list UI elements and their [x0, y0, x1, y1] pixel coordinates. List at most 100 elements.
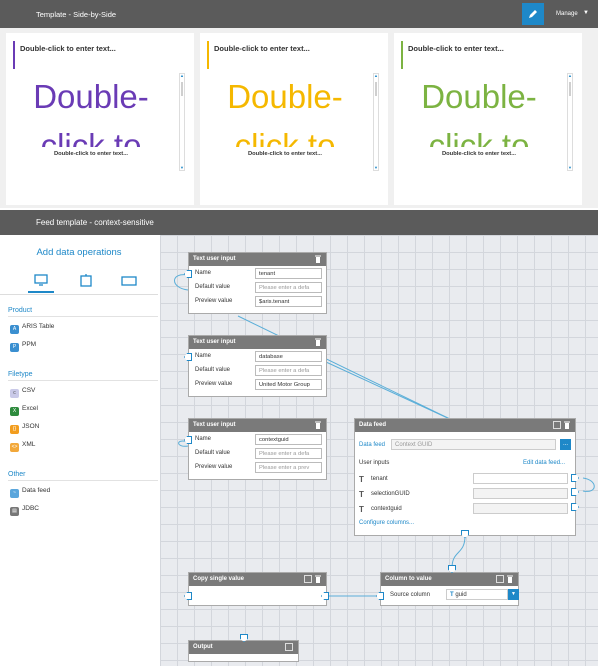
section-divider	[8, 380, 158, 381]
text-tile-3[interactable]: Double-click to enter text... Double- cl…	[394, 33, 582, 205]
default-value-field[interactable]: Please enter a defa	[255, 282, 322, 293]
input-param-selectionguid: selectionGUID	[371, 491, 410, 497]
node-column-to-value[interactable]: Column to value Source column T guid ▼	[380, 572, 519, 606]
template-title: Template - Side-by-Side	[36, 10, 117, 19]
scroll-up-icon[interactable]: ▲	[180, 74, 184, 78]
trash-icon[interactable]	[315, 255, 321, 263]
name-label: Name	[195, 436, 212, 442]
node-text-input-3[interactable]: Text user input Name contextguid Default …	[188, 418, 327, 480]
node-text-input-2[interactable]: Text user input Name database Default val…	[188, 335, 327, 397]
scroll-up-icon[interactable]: ▲	[374, 74, 378, 78]
template-header-bar: Template - Side-by-Side Manage ▼	[0, 0, 598, 28]
ops-title: Add data operations	[36, 247, 122, 258]
tab-landscape[interactable]	[120, 274, 138, 288]
configure-columns-link[interactable]: Configure columns...	[359, 520, 414, 526]
scroll-down-icon[interactable]: ▼	[180, 166, 184, 170]
default-value-field[interactable]: Please enter a defa	[255, 365, 322, 376]
op-json[interactable]: {} JSON	[10, 423, 39, 434]
dropdown-caret-icon[interactable]: ▼	[508, 589, 519, 600]
tile-scrollbar[interactable]: ▲ ▼	[567, 73, 573, 171]
feed-title: Feed template - context-sensitive	[36, 218, 154, 227]
node-header[interactable]: Output	[189, 641, 298, 654]
node-header[interactable]: Data feed	[355, 419, 575, 432]
data-operations-panel: Add data operations Product A ARIS Table …	[0, 235, 160, 666]
node-header[interactable]: Copy single value	[189, 573, 326, 586]
caret-down-icon[interactable]: ▼	[583, 10, 589, 16]
preview-value-field[interactable]: $aris.tenant	[255, 296, 322, 307]
save-icon[interactable]	[285, 643, 293, 651]
scroll-up-icon[interactable]: ▲	[568, 74, 572, 78]
tab-portrait[interactable]	[77, 274, 95, 288]
tile-large-text-cut: click to	[40, 127, 142, 147]
op-label: CSV	[22, 387, 36, 394]
feed-header-bar: Feed template - context-sensitive	[0, 210, 598, 235]
name-field[interactable]: database	[255, 351, 322, 362]
preview-value-field[interactable]: Please enter a prev	[255, 462, 322, 473]
manage-menu[interactable]: Manage	[556, 11, 578, 17]
text-tile-1[interactable]: Double-click to enter text... Double- cl…	[6, 33, 194, 205]
node-header[interactable]: Text user input	[189, 253, 326, 266]
default-label: Default value	[195, 284, 231, 290]
trash-icon[interactable]	[315, 421, 321, 429]
tab-desktop[interactable]	[28, 269, 54, 293]
text-type-icon: T	[450, 592, 454, 598]
node-header[interactable]: Text user input	[189, 419, 326, 432]
input-param-tenant: tenant	[371, 476, 388, 482]
tile-scrollbar[interactable]: ▲ ▼	[373, 73, 379, 171]
tile-large-text-cut: click to	[428, 127, 530, 147]
op-data-feed[interactable]: ~ Data feed	[10, 487, 50, 498]
node-title: Data feed	[359, 422, 387, 428]
node-title: Column to value	[385, 576, 432, 582]
scroll-down-icon[interactable]: ▼	[568, 166, 572, 170]
ppm-icon: P	[10, 343, 19, 352]
save-icon[interactable]	[304, 575, 312, 583]
op-ppm[interactable]: P PPM	[10, 341, 36, 352]
node-header[interactable]: Text user input	[189, 336, 326, 349]
scroll-down-icon[interactable]: ▼	[374, 166, 378, 170]
scroll-thumb[interactable]	[569, 82, 571, 96]
section-filetype: Filetype	[8, 371, 33, 378]
op-xml[interactable]: <> XML	[10, 441, 35, 452]
trash-icon[interactable]	[564, 421, 570, 429]
edit-data-feed-link[interactable]: Edit data feed...	[523, 460, 565, 466]
op-csv[interactable]: c CSV	[10, 387, 35, 398]
tile-scrollbar[interactable]: ▲ ▼	[179, 73, 185, 171]
source-column-select[interactable]: T guid	[446, 589, 508, 600]
tile-accent-bar	[13, 41, 15, 69]
name-field[interactable]: tenant	[255, 268, 322, 279]
node-text-input-1[interactable]: Text user input Name tenant Default value…	[188, 252, 327, 314]
trash-icon[interactable]	[315, 338, 321, 346]
text-tile-2[interactable]: Double-click to enter text... Double- cl…	[200, 33, 388, 205]
section-product: Product	[8, 307, 33, 314]
tile-large-text: Double-	[421, 78, 537, 115]
node-copy-single-value[interactable]: Copy single value	[188, 572, 327, 606]
trash-icon[interactable]	[315, 575, 321, 583]
edit-button[interactable]	[522, 3, 544, 25]
data-feed-link[interactable]: Data feed	[359, 442, 385, 448]
tile-small-text: Double-click to enter text...	[6, 151, 176, 157]
browse-button[interactable]: ...	[560, 439, 571, 450]
op-aris-table[interactable]: A ARIS Table	[10, 323, 54, 334]
save-icon[interactable]	[496, 575, 504, 583]
name-field[interactable]: contextguid	[255, 434, 322, 445]
scroll-thumb[interactable]	[181, 82, 183, 96]
save-icon[interactable]	[553, 421, 561, 429]
scroll-thumb[interactable]	[375, 82, 377, 96]
op-excel[interactable]: X Excel	[10, 405, 38, 416]
node-data-feed[interactable]: Data feed Data feed Context GUID ... Use…	[354, 418, 576, 536]
node-header[interactable]: Column to value	[381, 573, 518, 586]
default-value-field[interactable]: Please enter a defa	[255, 448, 322, 459]
trash-icon[interactable]	[507, 575, 513, 583]
param-selectionguid-field[interactable]	[473, 488, 568, 499]
data-feed-field[interactable]: Context GUID	[391, 439, 556, 450]
preview-value-field[interactable]: United Motor Group	[255, 379, 322, 390]
param-contextguid-field[interactable]	[473, 503, 568, 514]
tile-large-text-cut: click to	[234, 127, 336, 147]
node-output[interactable]: Output	[188, 640, 299, 662]
preview-label: Preview value	[195, 381, 233, 387]
op-jdbc[interactable]: ▤ JDBC	[10, 505, 39, 516]
param-tenant-field[interactable]	[473, 473, 568, 484]
xml-icon: <>	[10, 443, 19, 452]
tile-heading: Double-click to enter text...	[408, 44, 504, 53]
jdbc-icon: ▤	[10, 507, 19, 516]
